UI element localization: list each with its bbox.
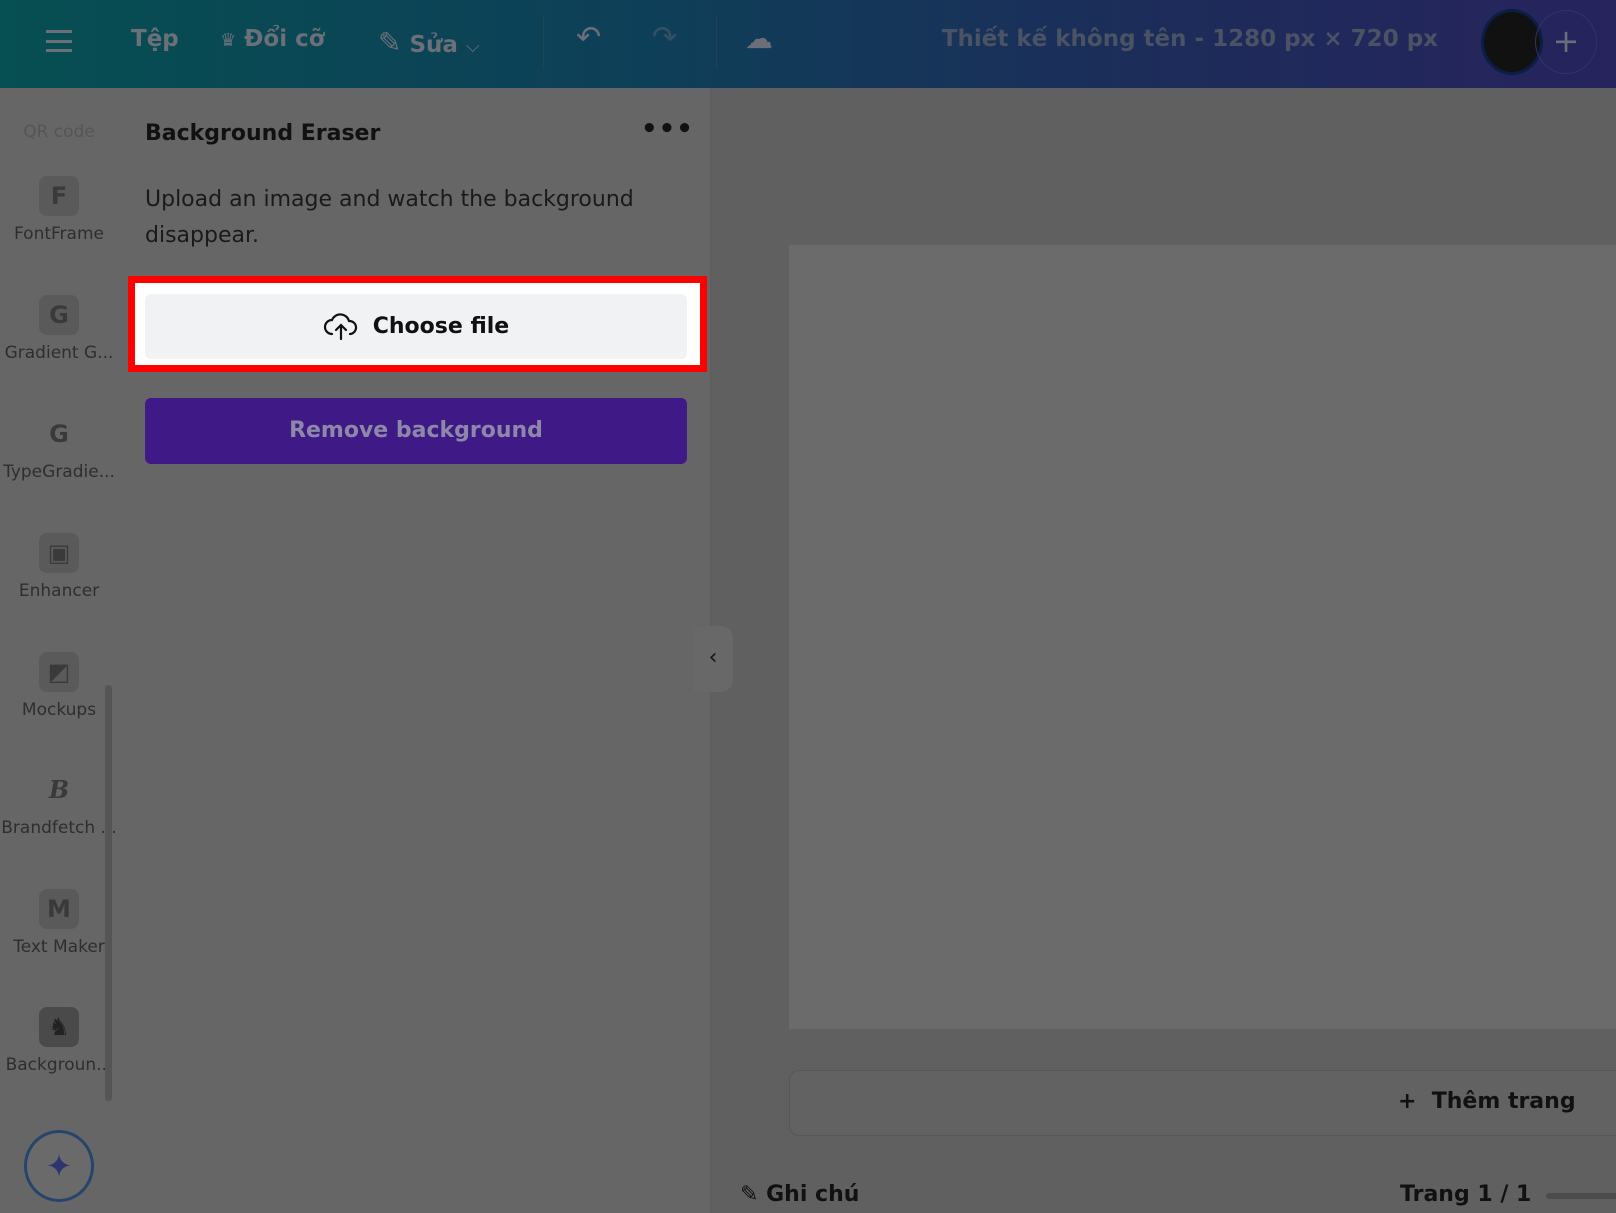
sidebar-item-enhancer[interactable]: ▣ Enhancer (0, 533, 118, 601)
cloud-upload-icon (323, 309, 359, 345)
sidebar-item-brandfetch[interactable]: B Brandfetch ... (0, 770, 118, 838)
choose-file-button[interactable]: Choose file (145, 294, 687, 359)
notes-label: Ghi chú (766, 1182, 860, 1207)
divider (543, 15, 544, 69)
magic-button[interactable]: ✦ (24, 1130, 94, 1202)
sparkles-icon: ✦ (45, 1147, 73, 1185)
top-bar: Tệp ♛ Đổi cỡ ✎ Sửa ⌵ ↶ ↷ ☁ Thiết kế khôn… (0, 0, 1616, 88)
design-canvas[interactable] (789, 245, 1616, 1029)
mockups-icon: ◩ (39, 652, 79, 692)
plus-icon[interactable]: + (1535, 10, 1597, 74)
notes-icon: ✎ (740, 1182, 759, 1207)
resize-button[interactable]: ♛ Đổi cỡ (220, 26, 325, 52)
fontframe-icon: F (39, 176, 79, 216)
apps-sidebar: QR code F FontFrame G Gradient G... G TypeG… (0, 88, 118, 1213)
typegradient-icon: G (49, 420, 69, 448)
choose-file-label: Choose file (372, 314, 510, 339)
chevron-left-icon: ‹ (708, 645, 718, 670)
notes-button[interactable]: ✎ Ghi chú (740, 1182, 859, 1207)
add-page-button[interactable]: + Thêm trang (789, 1070, 1616, 1136)
divider (716, 15, 717, 69)
sidebar-item-gradient[interactable]: G Gradient G... (0, 295, 118, 363)
resize-label: Đổi cỡ (244, 26, 325, 52)
zoom-slider[interactable] (1546, 1193, 1616, 1199)
design-title[interactable]: Thiết kế không tên - 1280 px × 720 px (942, 26, 1438, 52)
sidebar-item-label: TypeGradie... (3, 462, 115, 482)
sidebar-item-qr-code[interactable]: QR code (0, 122, 118, 142)
sidebar-item-label: Brandfetch ... (1, 818, 117, 838)
crown-icon: ♛ (220, 30, 237, 51)
more-horizontal-icon[interactable]: ••• (641, 114, 694, 144)
panel-description: Upload an image and watch the background… (145, 187, 634, 248)
avatar[interactable] (1481, 9, 1543, 75)
sidebar-item-label: FontFrame (14, 224, 104, 244)
sidebar-scrollbar[interactable] (105, 685, 112, 1101)
collapse-panel-button[interactable]: ‹ (693, 626, 733, 692)
hamburger-icon[interactable] (46, 30, 72, 52)
panel-title: Background Eraser (145, 121, 381, 146)
app-panel: Background Eraser ••• Upload an image an… (118, 88, 711, 1213)
brandfetch-icon: B (48, 775, 70, 804)
plus-icon: + (1398, 1089, 1417, 1114)
sidebar-item-label: Backgroun... (5, 1055, 113, 1075)
background-eraser-icon: ♞ (39, 1007, 79, 1047)
edit-button[interactable]: ✎ Sửa ⌵ (378, 26, 480, 59)
edit-label: Sửa (409, 32, 458, 58)
sidebar-item-background[interactable]: ♞ Backgroun... (0, 1007, 118, 1075)
sidebar-item-fontframe[interactable]: F FontFrame (0, 176, 118, 244)
sidebar-item-label: Enhancer (18, 581, 100, 601)
page-indicator[interactable]: Trang 1 / 1 (1400, 1182, 1531, 1207)
gradient-icon: G (39, 295, 79, 335)
file-menu[interactable]: Tệp (131, 26, 179, 52)
undo-icon[interactable]: ↶ (576, 20, 601, 55)
sidebar-item-text-maker[interactable]: M Text Maker (0, 889, 118, 957)
sidebar-item-label: Gradient G... (4, 343, 114, 363)
enhancer-icon: ▣ (39, 533, 79, 573)
sidebar-item-mockups[interactable]: ◩ Mockups (0, 652, 118, 720)
add-page-label: + Thêm trang (1398, 1089, 1576, 1114)
remove-background-button[interactable]: Remove background (145, 398, 687, 464)
text-maker-icon: M (39, 889, 79, 929)
chevron-down-icon: ⌵ (465, 36, 480, 57)
sidebar-item-typegradient[interactable]: G TypeGradie... (0, 414, 118, 482)
pencil-icon: ✎ (378, 26, 402, 59)
redo-icon[interactable]: ↷ (652, 20, 677, 55)
sidebar-item-label: Mockups (21, 700, 97, 720)
sidebar-item-label: Text Maker (13, 937, 105, 957)
cloud-check-icon[interactable]: ☁ (745, 22, 773, 55)
